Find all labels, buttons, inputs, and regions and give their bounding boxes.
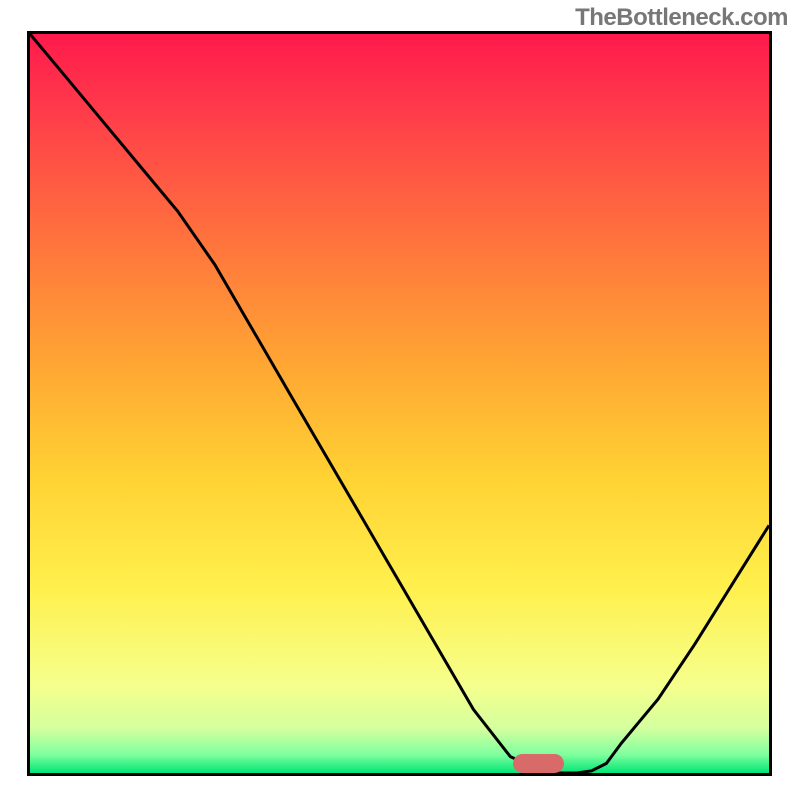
optimum-marker — [513, 754, 565, 772]
curve-path — [30, 34, 769, 773]
chart-frame — [27, 31, 772, 776]
chart-container: TheBottleneck.com — [0, 0, 800, 800]
watermark-text: TheBottleneck.com — [575, 4, 788, 32]
bottleneck-curve — [30, 34, 769, 773]
